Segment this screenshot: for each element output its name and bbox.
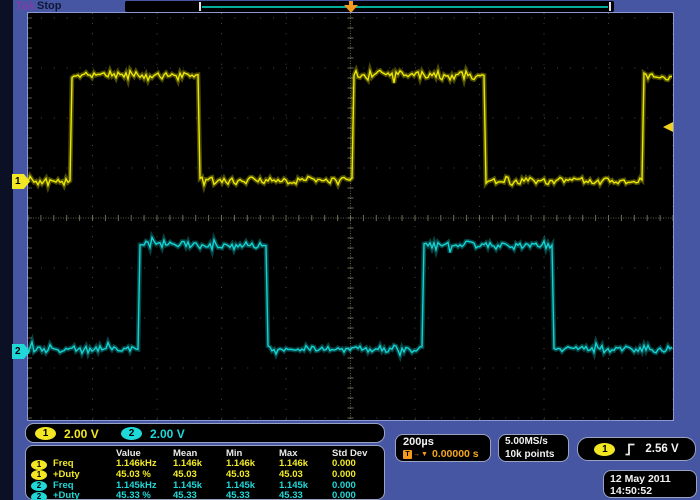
sample-rate: 5.00MS/s xyxy=(505,436,568,449)
meas-value: 45.33 % xyxy=(116,491,173,500)
ch2-scale: 2.00 V xyxy=(150,426,185,442)
record-view-left-bracket xyxy=(199,2,201,11)
header-bar: Tek Stop xyxy=(0,0,700,13)
meas-name: +Duty xyxy=(53,491,116,500)
record-view-bar[interactable] xyxy=(125,1,614,12)
left-bezel-strip xyxy=(0,0,13,500)
meas-mean: 45.33 xyxy=(173,491,226,500)
date-label: 12 May 2011 xyxy=(610,473,696,486)
time-label: 14:50:52 xyxy=(610,485,696,498)
meas-std: 0.000 xyxy=(332,491,380,500)
timebase-scale: 200µs xyxy=(403,436,490,448)
record-view-waveform xyxy=(202,6,608,8)
measurement-table: Value Mean Min Max Std Dev 1 Freq 1.146k… xyxy=(25,445,385,500)
trigger-delay-readout: T → ▼ 0.00000 s xyxy=(403,448,490,460)
record-length: 10k points xyxy=(505,449,568,462)
ch2-badge: 2 xyxy=(31,492,47,500)
trigger-settings-box[interactable]: 1 2.56 V xyxy=(577,437,696,461)
trigger-delay-value: 0.00000 s xyxy=(432,448,479,460)
ch1-badge: 1 xyxy=(31,460,47,470)
waveform-display xyxy=(28,13,673,420)
ch1-badge[interactable]: 1 xyxy=(35,427,56,440)
trigger-position-arrow-icon[interactable] xyxy=(344,5,358,13)
trigger-t-icon: T xyxy=(403,450,412,459)
trigger-source-badge: 1 xyxy=(594,443,615,456)
rising-edge-slope-icon xyxy=(624,442,636,457)
channel-scale-bar[interactable]: 1 2.00 V 2 2.00 V xyxy=(25,423,385,443)
ch2-badge[interactable]: 2 xyxy=(121,427,142,440)
meas-max: 45.33 xyxy=(279,491,332,500)
triangle-down-icon: ▼ xyxy=(421,450,428,459)
trigger-level-value: 2.56 V xyxy=(645,443,678,455)
tek-logo: Tek xyxy=(15,0,35,13)
acquisition-settings-box[interactable]: 5.00MS/s 10k points xyxy=(498,434,569,462)
oscilloscope-screen: Tek Stop T 1 2 1 2.00 V 2 2.00 V Value M… xyxy=(0,0,700,500)
record-view-right-bracket xyxy=(609,2,611,11)
acquisition-status: Stop xyxy=(37,0,61,13)
table-row: 1 +Duty 45.03 % 45.03 45.03 45.03 0.000 xyxy=(31,470,384,481)
ch1-badge: 1 xyxy=(31,470,47,480)
horizontal-settings-box[interactable]: 200µs T → ▼ 0.00000 s xyxy=(395,434,491,462)
ch2-badge: 2 xyxy=(31,481,47,491)
meas-min: 45.33 xyxy=(226,491,279,500)
trigger-level-arrow-icon[interactable] xyxy=(663,122,673,132)
arrow-right-icon: → xyxy=(413,450,420,459)
table-row: 2 +Duty 45.33 % 45.33 45.33 45.33 0.000 xyxy=(31,491,384,500)
waveform-svg xyxy=(28,13,673,420)
datetime-box: 12 May 2011 14:50:52 xyxy=(603,470,697,498)
ch1-scale: 2.00 V xyxy=(64,426,99,442)
